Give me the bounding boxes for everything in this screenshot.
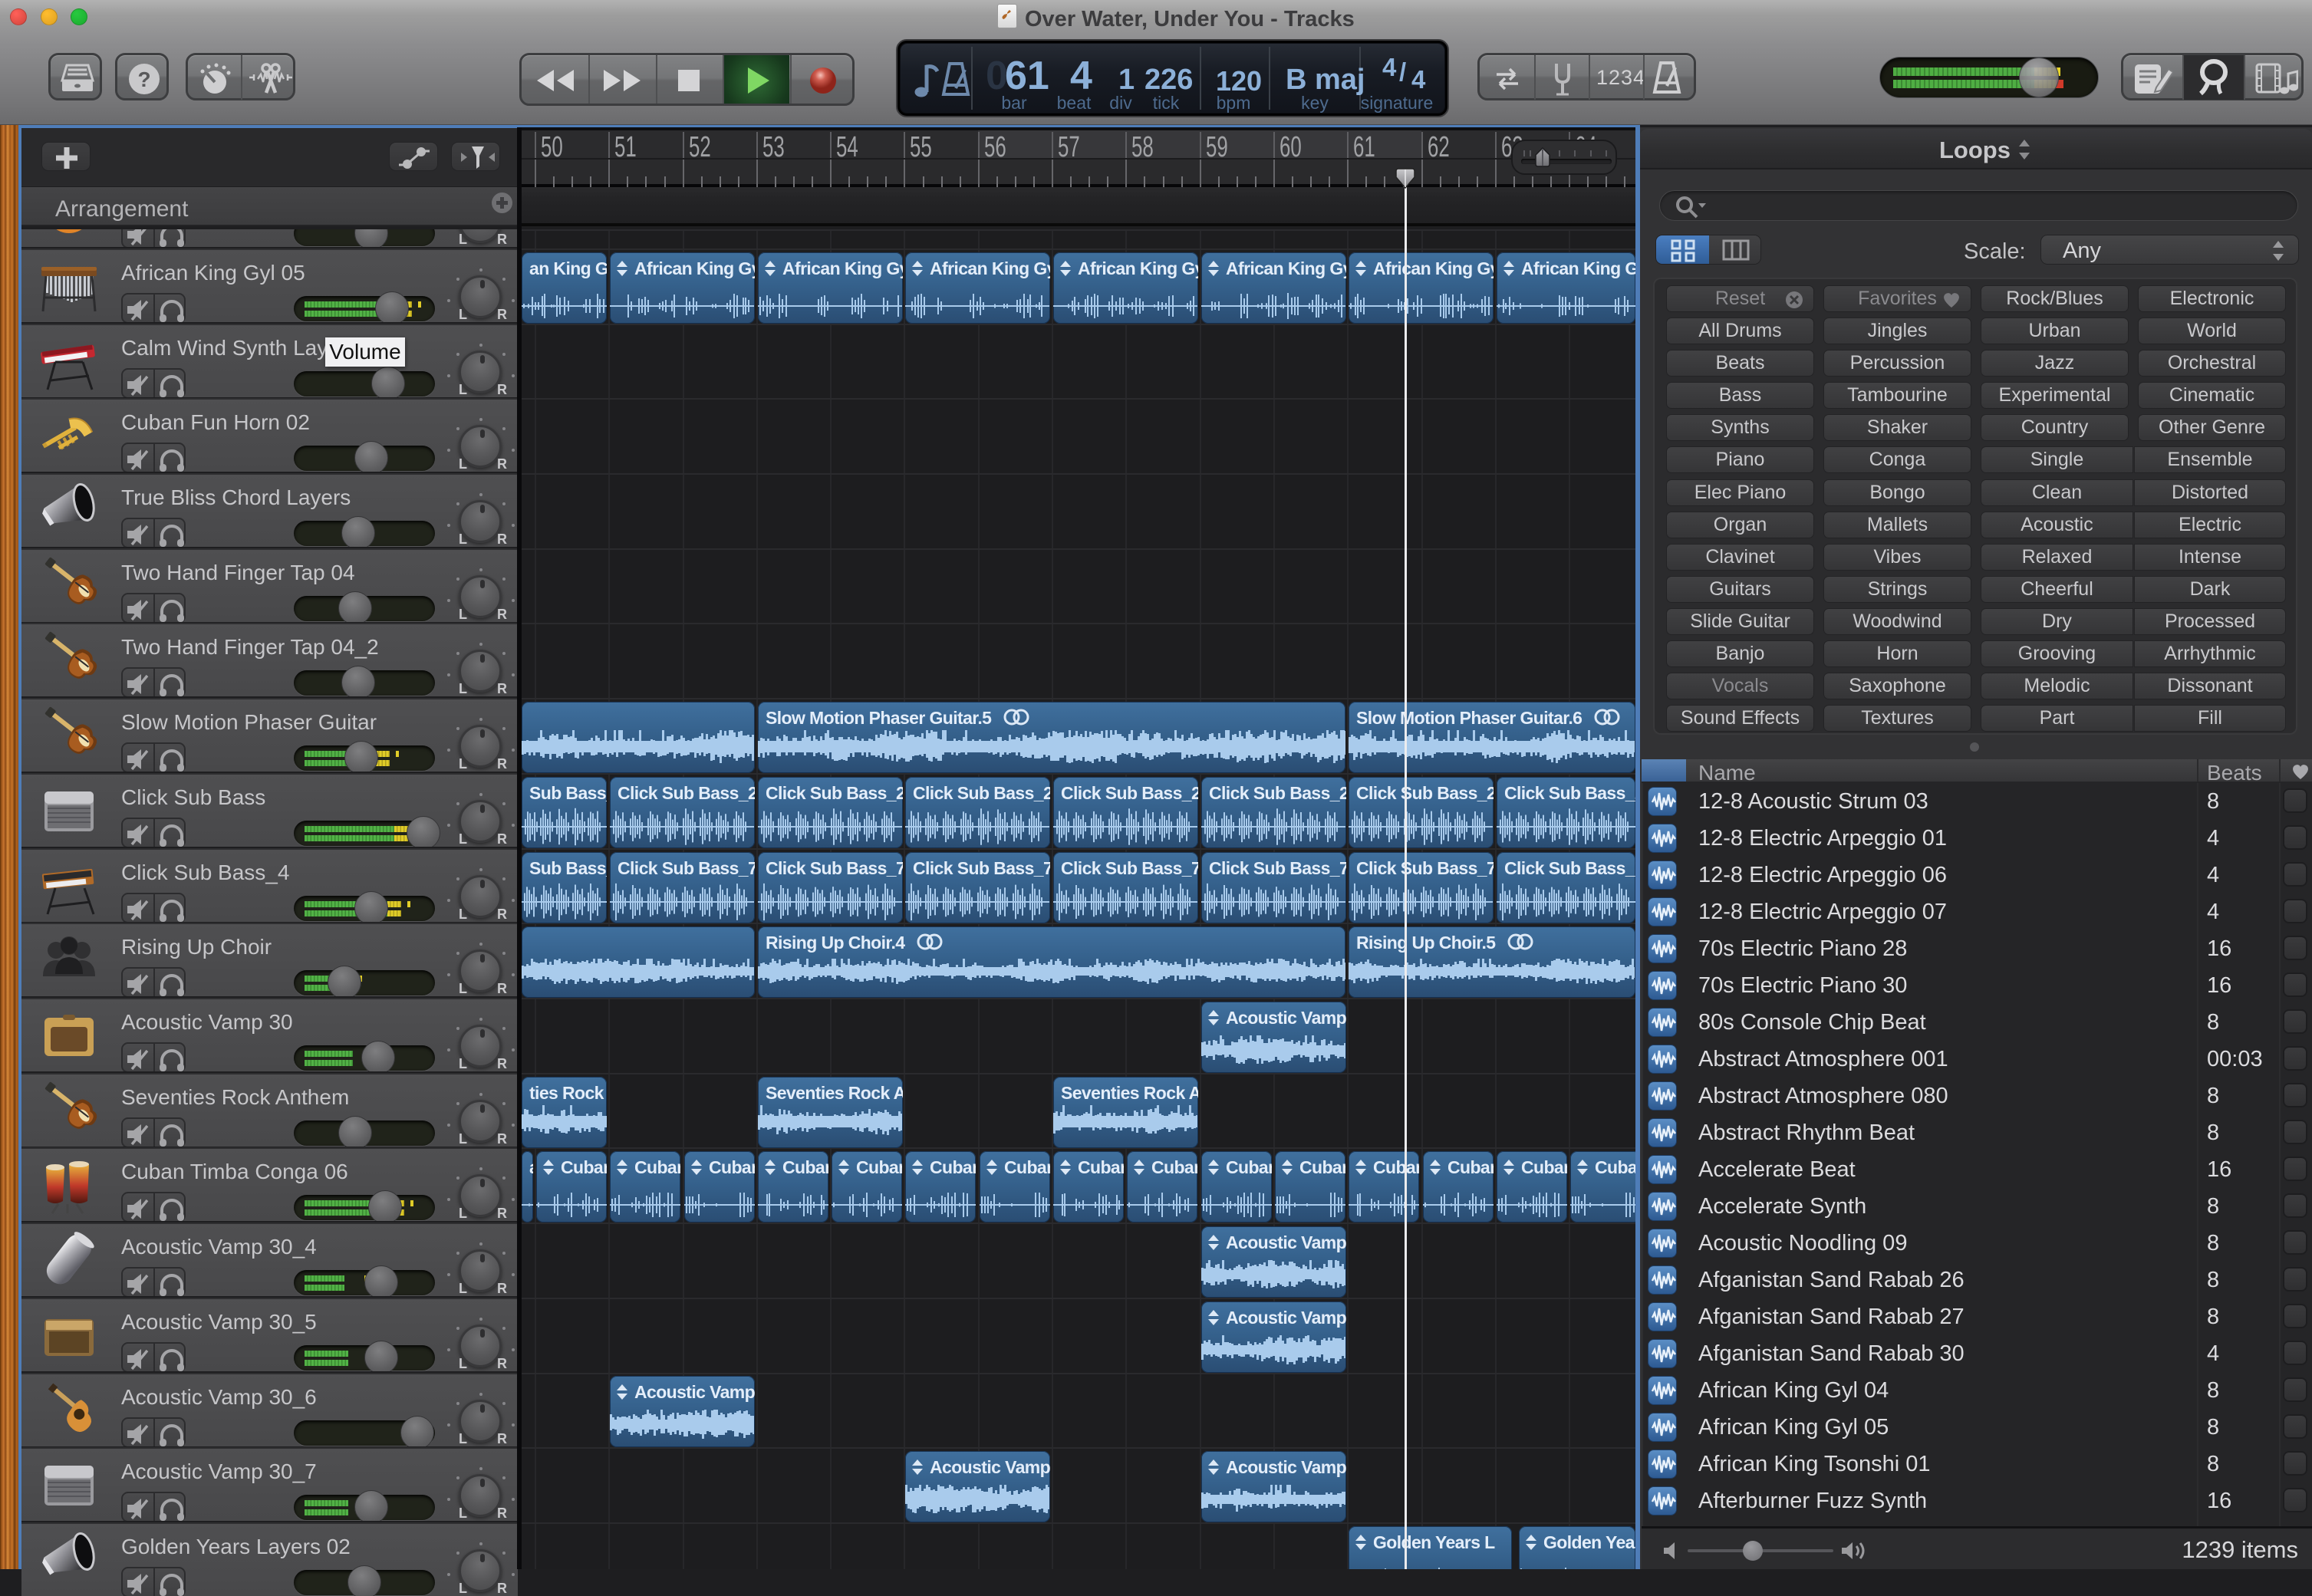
svg-text:?: ? [137, 67, 150, 91]
